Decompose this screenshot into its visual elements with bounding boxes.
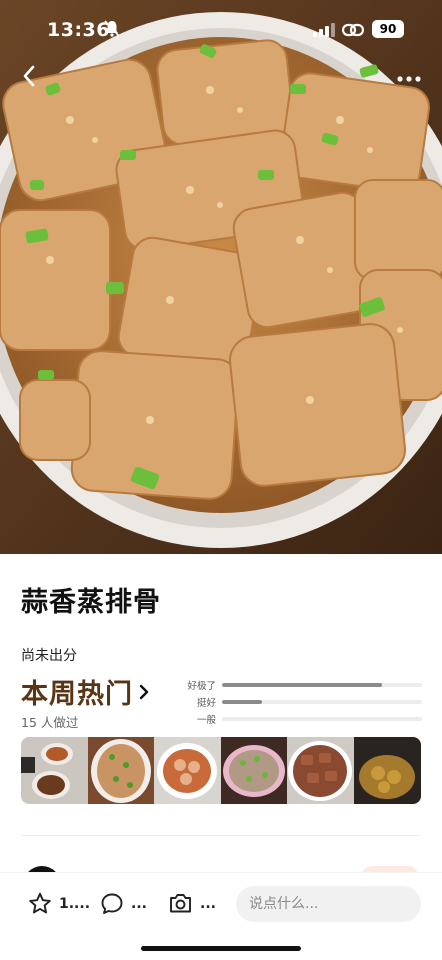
- signal-icon: [313, 22, 335, 41]
- user-photo[interactable]: [21, 737, 88, 804]
- user-photo[interactable]: [154, 737, 222, 804]
- back-button[interactable]: [22, 64, 36, 92]
- more-button[interactable]: [396, 68, 422, 87]
- rating-bar: [222, 699, 422, 704]
- back-icon: [23, 65, 35, 87]
- upload-photo-button[interactable]: ...: [168, 892, 216, 915]
- rating-label: 好极了: [187, 680, 216, 692]
- rating-bar-fill: [222, 699, 262, 704]
- rating-status: 尚未出分: [21, 648, 77, 664]
- section-divider: [21, 835, 421, 836]
- more-icon: [397, 76, 421, 82]
- recipe-title: 蒜香蒸排骨: [21, 587, 161, 618]
- weekly-hot-link[interactable]: 本周热门: [21, 672, 149, 711]
- battery-icon: 90: [372, 20, 404, 38]
- star-icon: [29, 892, 51, 914]
- made-count: 15 人做过: [21, 715, 79, 730]
- chevron-right-icon: [139, 684, 149, 699]
- status-time: 13:36: [47, 19, 110, 41]
- favorite-button[interactable]: 1....: [28, 892, 90, 915]
- comment-count: ...: [131, 895, 147, 912]
- camera-icon: [170, 894, 191, 913]
- user-photo[interactable]: [353, 737, 421, 804]
- status-bar: 13:36 90: [0, 0, 442, 60]
- home-indicator: [141, 946, 301, 951]
- rating-row: 好极了: [180, 676, 422, 693]
- bottom-action-bar: 1.... ... ... 说点什么...: [0, 872, 442, 960]
- comment-input[interactable]: 说点什么...: [236, 886, 421, 922]
- user-photos-strip[interactable]: [21, 737, 421, 804]
- favorite-count: 1....: [59, 895, 91, 912]
- rating-label: 挺好: [196, 697, 216, 709]
- rating-bar-fill: [222, 682, 382, 687]
- comment-button[interactable]: ...: [100, 892, 147, 915]
- weekly-hot-label: 本周热门: [21, 679, 133, 710]
- user-photo[interactable]: [287, 737, 355, 804]
- rating-distribution: 好极了 挺好 一般: [180, 676, 422, 727]
- silent-bell-icon: [104, 20, 120, 41]
- rating-bar: [222, 716, 422, 721]
- user-photo[interactable]: [87, 737, 155, 804]
- user-photo[interactable]: [220, 737, 288, 804]
- link-icon: [341, 22, 365, 41]
- comment-icon: [101, 893, 123, 914]
- recipe-hero-photo: [0, 0, 442, 554]
- rating-row: 一般: [180, 710, 422, 727]
- rating-label: 一般: [196, 714, 216, 726]
- rating-bar: [222, 682, 422, 687]
- photo-count: ...: [200, 895, 216, 912]
- rating-row: 挺好: [180, 693, 422, 710]
